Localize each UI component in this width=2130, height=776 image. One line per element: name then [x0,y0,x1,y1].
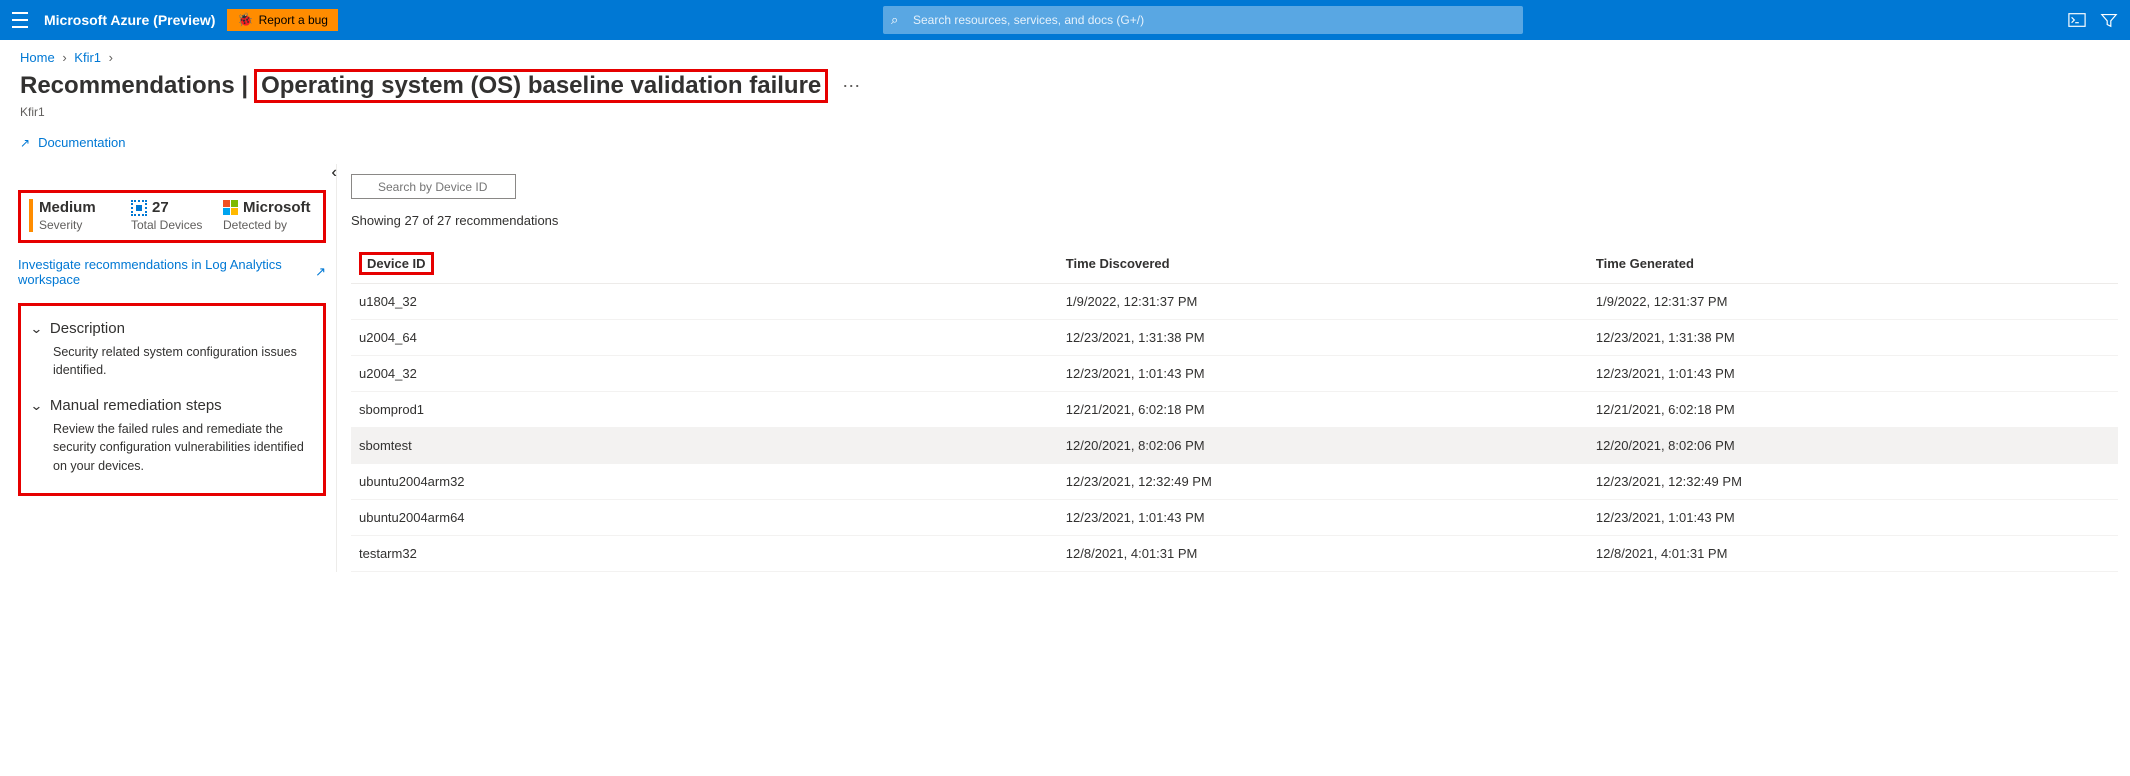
breadcrumb-home[interactable]: Home [20,50,55,65]
cell-device-id: u2004_32 [351,356,1058,392]
chip-icon [131,200,147,216]
page-title-prefix: Recommendations | [20,72,248,100]
investigate-link[interactable]: Investigate recommendations in Log Analy… [18,257,326,287]
breadcrumb-sep: › [62,50,66,65]
column-time-generated[interactable]: Time Generated [1588,246,2118,284]
report-bug-label: Report a bug [259,13,328,27]
page-title-highlight: Operating system (OS) baseline validatio… [254,69,828,103]
cell-time-discovered: 12/23/2021, 1:31:38 PM [1058,320,1588,356]
brand-label: Microsoft Azure (Preview) [44,12,215,28]
table-row[interactable]: u2004_6412/23/2021, 1:31:38 PM12/23/2021… [351,320,2118,356]
global-search-input[interactable] [883,6,1523,34]
cell-time-discovered: 12/23/2021, 1:01:43 PM [1058,356,1588,392]
cell-device-id: ubuntu2004arm32 [351,464,1058,500]
cell-time-discovered: 12/23/2021, 12:32:49 PM [1058,464,1588,500]
chevron-down-icon: ⌄ [30,398,43,414]
devices-table: Device ID Time Discovered Time Generated… [351,246,2118,572]
cell-time-generated: 12/23/2021, 12:32:49 PM [1588,464,2118,500]
cell-time-generated: 12/20/2021, 8:02:06 PM [1588,428,2118,464]
cell-device-id: testarm32 [351,536,1058,572]
breadcrumb-resource[interactable]: Kfir1 [74,50,101,65]
cell-device-id: u1804_32 [351,284,1058,320]
stat-total-label: Total Devices [131,218,223,232]
stat-severity-value: Medium [39,199,131,216]
cell-time-discovered: 12/23/2021, 1:01:43 PM [1058,500,1588,536]
external-link-icon: ↗ [315,264,326,280]
cell-time-generated: 12/23/2021, 1:01:43 PM [1588,356,2118,392]
chevron-down-icon: ⌄ [30,321,43,337]
cloud-shell-icon[interactable] [2068,11,2086,29]
cell-time-generated: 12/8/2021, 4:01:31 PM [1588,536,2118,572]
table-row[interactable]: ubuntu2004arm3212/23/2021, 12:32:49 PM12… [351,464,2118,500]
table-row[interactable]: ubuntu2004arm6412/23/2021, 1:01:43 PM12/… [351,500,2118,536]
page-title-row: Recommendations | Operating system (OS) … [0,67,2130,103]
breadcrumb: Home › Kfir1 › [0,40,2130,67]
cell-time-generated: 12/23/2021, 1:01:43 PM [1588,500,2118,536]
collapse-panel-icon[interactable]: ‹‹ [331,164,332,182]
stat-severity: Medium Severity [29,199,131,232]
showing-count: Showing 27 of 27 recommendations [351,213,2118,228]
table-row[interactable]: u2004_3212/23/2021, 1:01:43 PM12/23/2021… [351,356,2118,392]
remediation-toggle[interactable]: ⌄ Manual remediation steps [31,397,313,414]
cell-time-generated: 12/21/2021, 6:02:18 PM [1588,392,2118,428]
more-actions-icon[interactable]: ⋯ [842,76,860,97]
menu-icon[interactable] [12,10,32,30]
page-subtitle: Kfir1 [0,103,2130,131]
table-row[interactable]: u1804_321/9/2022, 12:31:37 PM1/9/2022, 1… [351,284,2118,320]
table-row[interactable]: sbomprod112/21/2021, 6:02:18 PM12/21/202… [351,392,2118,428]
right-panel: ⌕ Showing 27 of 27 recommendations Devic… [336,164,2130,572]
stat-total-value: 27 [152,199,169,216]
filter-icon[interactable] [2100,11,2118,29]
documentation-link[interactable]: Documentation [38,135,125,150]
left-panel: ‹‹ Medium Severity 27 Total Devices Micr… [6,164,336,572]
cell-device-id: u2004_64 [351,320,1058,356]
description-title: Description [50,320,125,337]
stat-total-devices: 27 Total Devices [131,199,223,232]
stat-detected-label: Detected by [223,218,315,232]
breadcrumb-sep: › [109,50,113,65]
cell-time-discovered: 12/20/2021, 8:02:06 PM [1058,428,1588,464]
cell-time-generated: 12/23/2021, 1:31:38 PM [1588,320,2118,356]
external-link-icon: ↗ [20,136,30,150]
stat-severity-label: Severity [39,218,131,232]
stats-box: Medium Severity 27 Total Devices Microso… [18,190,326,243]
report-bug-button[interactable]: 🐞 Report a bug [227,9,338,31]
device-search-input[interactable] [351,174,516,199]
column-device-id[interactable]: Device ID [351,246,1058,284]
description-body: Security related system configuration is… [53,343,313,379]
cell-time-discovered: 12/21/2021, 6:02:18 PM [1058,392,1588,428]
documentation-link-row: ↗ Documentation [0,131,2130,164]
cell-device-id: sbomtest [351,428,1058,464]
cell-time-generated: 1/9/2022, 12:31:37 PM [1588,284,2118,320]
description-toggle[interactable]: ⌄ Description [31,320,313,337]
table-row[interactable]: testarm3212/8/2021, 4:01:31 PM12/8/2021,… [351,536,2118,572]
cell-device-id: sbomprod1 [351,392,1058,428]
microsoft-logo-icon [223,200,238,215]
column-time-discovered[interactable]: Time Discovered [1058,246,1588,284]
top-bar: Microsoft Azure (Preview) 🐞 Report a bug… [0,0,2130,40]
remediation-body: Review the failed rules and remediate th… [53,420,313,474]
cell-time-discovered: 1/9/2022, 12:31:37 PM [1058,284,1588,320]
investigate-link-label: Investigate recommendations in Log Analy… [18,257,311,287]
bug-icon: 🐞 [237,12,253,28]
stat-detected-value: Microsoft [243,199,311,216]
remediation-title: Manual remediation steps [50,397,222,414]
table-row[interactable]: sbomtest12/20/2021, 8:02:06 PM12/20/2021… [351,428,2118,464]
cell-device-id: ubuntu2004arm64 [351,500,1058,536]
stat-detected-by: Microsoft Detected by [223,199,315,232]
cell-time-discovered: 12/8/2021, 4:01:31 PM [1058,536,1588,572]
description-remediation-box: ⌄ Description Security related system co… [18,303,326,496]
